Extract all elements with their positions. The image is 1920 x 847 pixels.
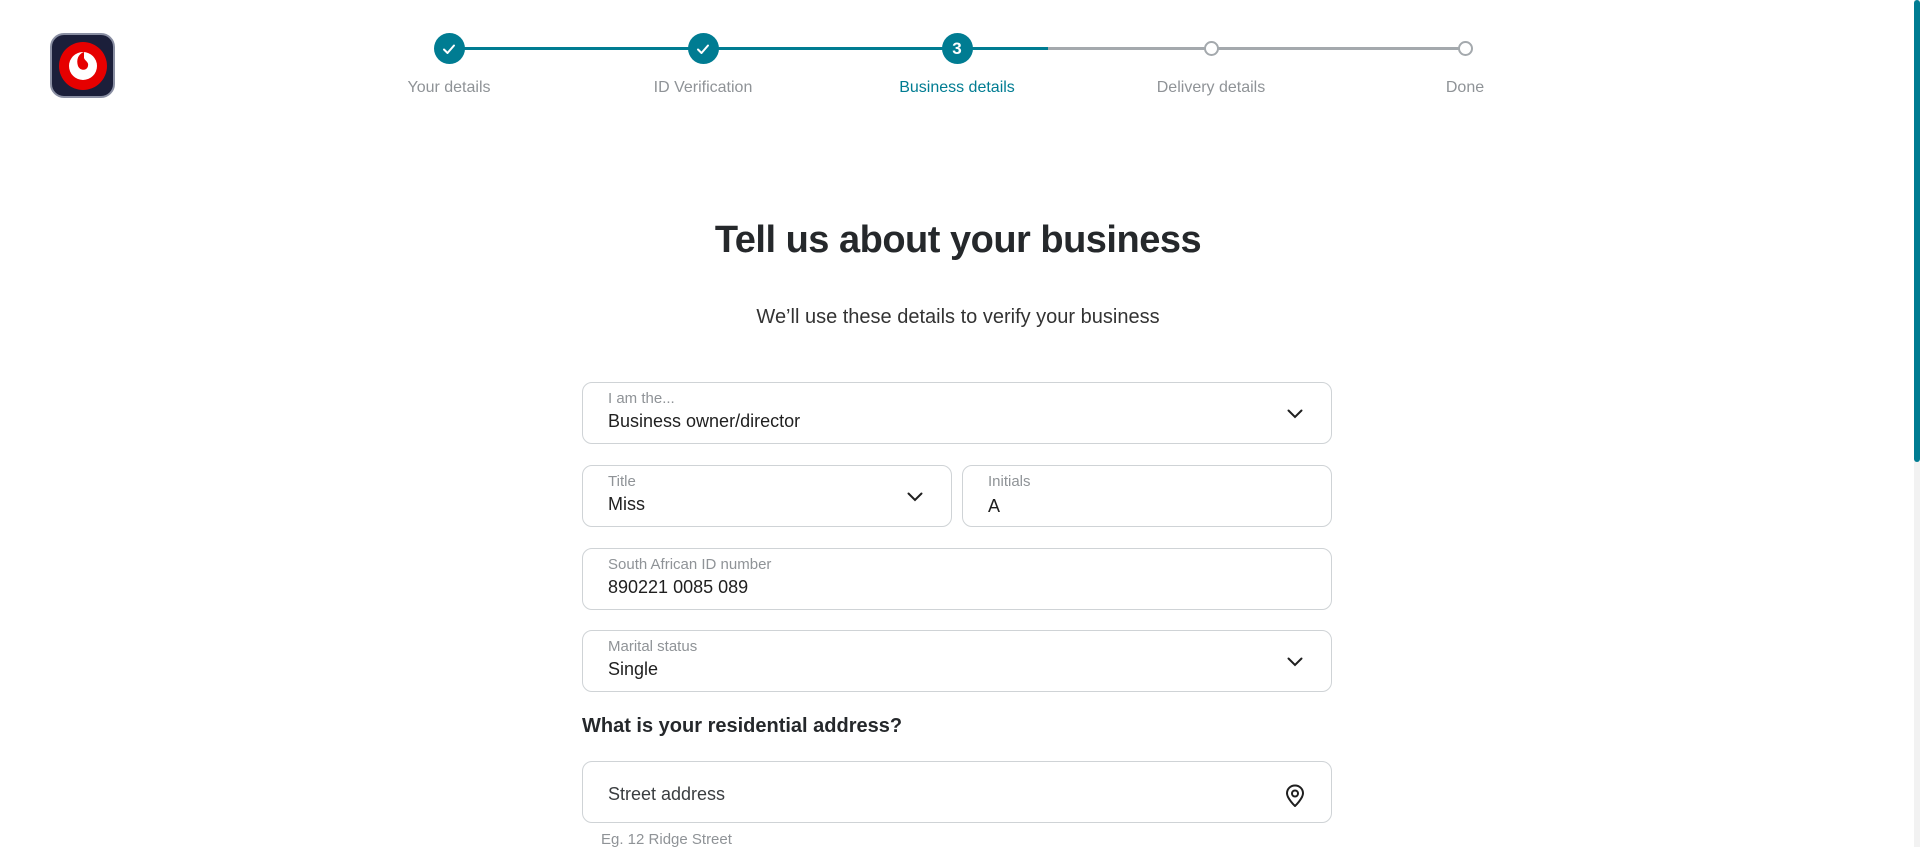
title-value: Miss — [608, 494, 645, 514]
role-label: I am the... — [608, 390, 675, 407]
marital-status-value: Single — [608, 659, 659, 679]
title-select[interactable]: Title Miss — [582, 465, 952, 527]
step-id-verification[interactable]: ID Verification — [623, 33, 783, 97]
step-your-details[interactable]: Your details — [369, 33, 529, 97]
marital-status-label: Marital status — [608, 638, 698, 655]
marital-status-select[interactable]: Marital status Single — [582, 630, 1332, 692]
page-title: Tell us about your business — [714, 219, 1202, 261]
initials-input[interactable]: Initials A — [962, 465, 1332, 527]
pending-step-icon — [1457, 41, 1473, 56]
street-address-helper: Eg. 12 Ridge Street — [601, 831, 732, 847]
role-select[interactable]: I am the... Business owner/director — [582, 382, 1332, 444]
chevron-down-icon — [1287, 409, 1303, 419]
title-label: Title — [608, 473, 636, 490]
vodafone-logo[interactable] — [50, 33, 115, 98]
step-label: ID Verification — [653, 79, 753, 96]
checkmark-icon — [433, 33, 465, 64]
id-number-input[interactable]: South African ID number 890221 0085 089 — [582, 548, 1332, 610]
initials-label: Initials — [988, 473, 1031, 490]
progress-stepper: Your details ID Verification 3 Business … — [407, 33, 1484, 103]
street-address-placeholder: Street address — [608, 784, 726, 804]
street-address-input[interactable]: Street address — [582, 761, 1332, 823]
id-number-label: South African ID number — [608, 556, 772, 573]
step-label: Delivery details — [1156, 79, 1266, 96]
chevron-down-icon — [907, 492, 923, 502]
scrollbar-thumb[interactable] — [1914, 0, 1920, 462]
role-value: Business owner/director — [608, 411, 801, 431]
vodafone-logo-icon — [58, 41, 107, 90]
checkmark-icon — [687, 33, 719, 64]
step-number: 3 — [941, 33, 973, 64]
step-label: Done — [1445, 79, 1485, 96]
step-delivery-details: Delivery details — [1131, 33, 1291, 97]
address-section-title: What is your residential address? — [582, 715, 903, 737]
step-done: Done — [1385, 33, 1545, 97]
step-label: Your details — [407, 79, 491, 96]
page-subtitle: We’ll use these details to verify your b… — [756, 306, 1160, 328]
chevron-down-icon — [1287, 657, 1303, 667]
id-number-value: 890221 0085 089 — [608, 577, 749, 597]
step-business-details[interactable]: 3 Business details — [877, 33, 1037, 97]
location-pin-icon[interactable] — [1285, 784, 1305, 808]
page-scrollbar[interactable] — [1914, 0, 1920, 847]
initials-value: A — [988, 496, 1001, 516]
pending-step-icon — [1203, 41, 1219, 56]
step-label: Business details — [899, 79, 1015, 96]
